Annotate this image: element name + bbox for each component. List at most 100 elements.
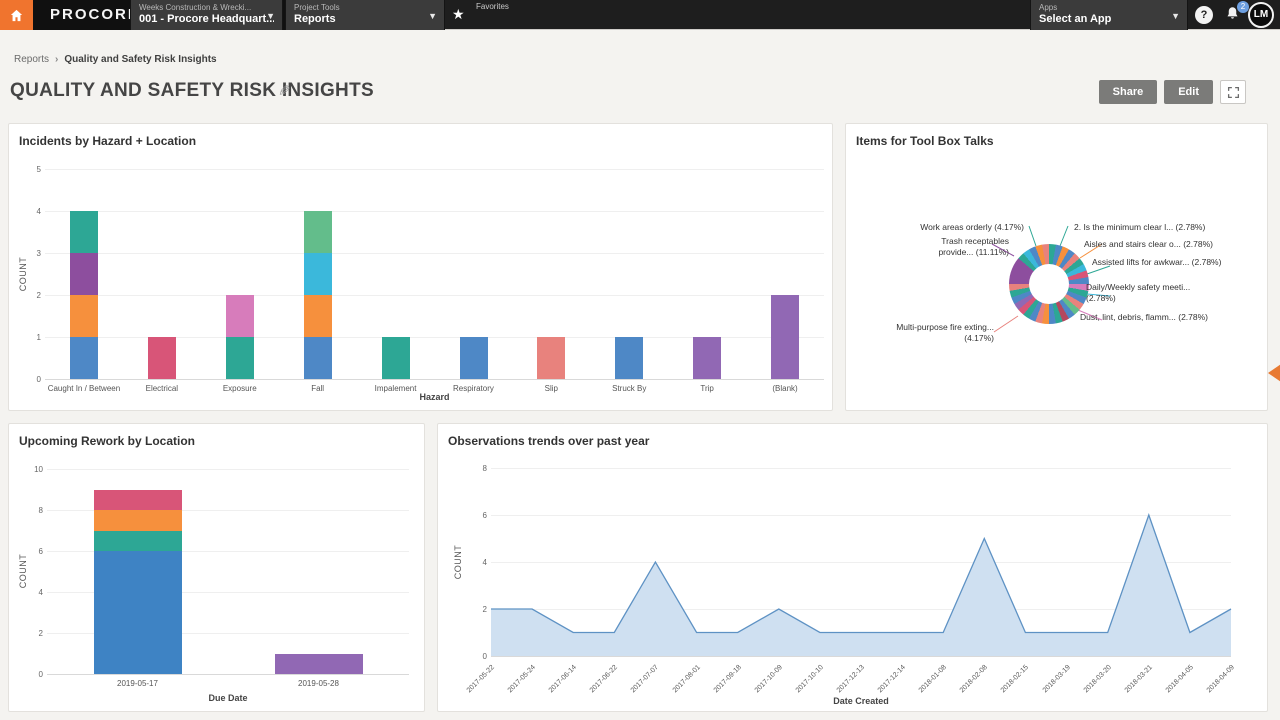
procore-logo[interactable]: PROCORE (50, 6, 140, 23)
observations-trend-card: Observations trends over past year COUNT… (437, 423, 1268, 712)
donut-callout: Aisles and stairs clear o... (2.78%) (1084, 239, 1254, 250)
x-axis-tick: 2019-05-17 (47, 679, 228, 688)
bar-segment[interactable] (70, 295, 98, 337)
home-button[interactable] (0, 0, 33, 30)
fullscreen-button[interactable] (1220, 80, 1246, 104)
chevron-down-icon: ▼ (1171, 11, 1180, 21)
x-axis-tick: Electrical (123, 384, 201, 393)
help-icon[interactable]: ? (1195, 6, 1213, 24)
bar-segment[interactable] (226, 295, 254, 337)
y-axis-tick: 2 (19, 629, 43, 638)
x-axis-label: Hazard (45, 392, 824, 402)
y-axis-tick: 1 (17, 333, 41, 342)
bar-segment[interactable] (70, 337, 98, 379)
bar-segment[interactable] (94, 490, 182, 511)
top-navigation: PROCORE Weeks Construction & Wrecki... 0… (0, 0, 1280, 30)
x-axis-tick: (Blank) (746, 384, 824, 393)
bar-segment[interactable] (94, 531, 182, 552)
x-axis-tick: Exposure (201, 384, 279, 393)
bar-segment[interactable] (275, 654, 363, 675)
side-panel-toggle-arrow-icon[interactable] (1268, 364, 1280, 382)
y-axis-tick: 4 (17, 207, 41, 216)
gridline (491, 656, 1231, 657)
y-axis-tick: 2 (463, 605, 487, 614)
gridline (45, 253, 824, 254)
bar-segment[interactable] (226, 337, 254, 379)
bar-segment[interactable] (304, 295, 332, 337)
breadcrumb-chevron-icon: › (55, 54, 58, 65)
user-avatar[interactable]: LM (1248, 2, 1274, 28)
dashboard-page: PROCORE Weeks Construction & Wrecki... 0… (0, 0, 1280, 720)
gridline (47, 674, 409, 675)
y-axis-tick: 4 (463, 558, 487, 567)
chart-title: Observations trends over past year (448, 434, 649, 448)
home-icon (9, 8, 24, 23)
company-selector[interactable]: Weeks Construction & Wrecki... 001 - Pro… (130, 0, 283, 30)
gridline (45, 379, 824, 380)
area-series (491, 468, 1231, 656)
edit-button[interactable]: Edit (1164, 80, 1213, 104)
y-axis-tick: 10 (19, 465, 43, 474)
x-axis-label: Due Date (47, 693, 409, 703)
bar-segment[interactable] (148, 337, 176, 379)
y-axis-tick: 6 (19, 547, 43, 556)
gridline (45, 169, 824, 170)
y-axis-tick: 0 (17, 375, 41, 384)
donut-callout: Trash receptables provide... (11.11%) (904, 236, 1009, 258)
bar-segment[interactable] (771, 295, 799, 379)
incidents-by-hazard-card: Incidents by Hazard + Location COUNT Haz… (8, 123, 833, 411)
project-tool-selector[interactable]: Project Tools Reports ▼ (285, 0, 445, 30)
breadcrumb: Reports › Quality and Safety Risk Insights (14, 54, 217, 65)
bar-segment[interactable] (693, 337, 721, 379)
gridline (47, 469, 409, 470)
breadcrumb-reports-link[interactable]: Reports (14, 54, 49, 65)
x-axis-tick: Struck By (590, 384, 668, 393)
share-button[interactable]: Share (1099, 80, 1158, 104)
y-axis-tick: 6 (463, 511, 487, 520)
fullscreen-icon (1227, 86, 1240, 99)
bar-segment[interactable] (70, 253, 98, 295)
bar-segment[interactable] (94, 510, 182, 531)
header-actions: Share Edit (1099, 80, 1246, 104)
x-axis-tick: Impalement (357, 384, 435, 393)
y-axis-tick: 4 (19, 588, 43, 597)
apps-selector[interactable]: Apps Select an App ▼ (1030, 0, 1188, 30)
y-axis-label: COUNT (453, 540, 463, 584)
company-selector-value: 001 - Procore Headquart... (139, 13, 274, 25)
donut-callout: Daily/Weekly safety meeti... (2.78%) (1086, 282, 1198, 304)
donut-callout: Work areas orderly (4.17%) (884, 222, 1024, 233)
page-title: QUALITY AND SAFETY RISK INSIGHTS (10, 80, 374, 102)
y-axis-tick: 3 (17, 249, 41, 258)
chevron-down-icon: ▼ (428, 11, 437, 21)
chart-title: Upcoming Rework by Location (19, 434, 195, 448)
bar-segment[interactable] (382, 337, 410, 379)
y-axis-tick: 0 (463, 652, 487, 661)
notifications-button[interactable]: 2 (1225, 5, 1245, 27)
project-tool-value: Reports (294, 13, 436, 25)
apps-selector-value: Select an App (1039, 13, 1179, 25)
favorites-star-icon[interactable]: ★ (452, 6, 465, 23)
y-axis-tick: 8 (19, 506, 43, 515)
y-axis-tick: 5 (17, 165, 41, 174)
bar-segment[interactable] (460, 337, 488, 379)
bar-segment[interactable] (304, 337, 332, 379)
donut-hole (1029, 264, 1069, 304)
y-axis-tick: 0 (19, 670, 43, 679)
bar-segment[interactable] (94, 551, 182, 674)
breadcrumb-current: Quality and Safety Risk Insights (64, 54, 216, 65)
apps-selector-label: Apps (1039, 3, 1179, 12)
edit-title-pencil-icon[interactable]: ✎ (278, 82, 291, 100)
x-axis-tick: Trip (668, 384, 746, 393)
bar-segment[interactable] (304, 253, 332, 295)
x-axis-tick: Caught In / Between (45, 384, 123, 393)
bar-segment[interactable] (537, 337, 565, 379)
chevron-down-icon: ▼ (266, 11, 275, 21)
bar-segment[interactable] (615, 337, 643, 379)
y-axis-tick: 2 (17, 291, 41, 300)
bar-segment[interactable] (304, 211, 332, 253)
bar-segment[interactable] (70, 211, 98, 253)
y-axis-tick: 8 (463, 464, 487, 473)
chart-title: Incidents by Hazard + Location (19, 134, 196, 148)
x-axis-tick: Respiratory (435, 384, 513, 393)
donut-callout: Dust, lint, debris, flamm... (2.78%) (1080, 312, 1265, 323)
